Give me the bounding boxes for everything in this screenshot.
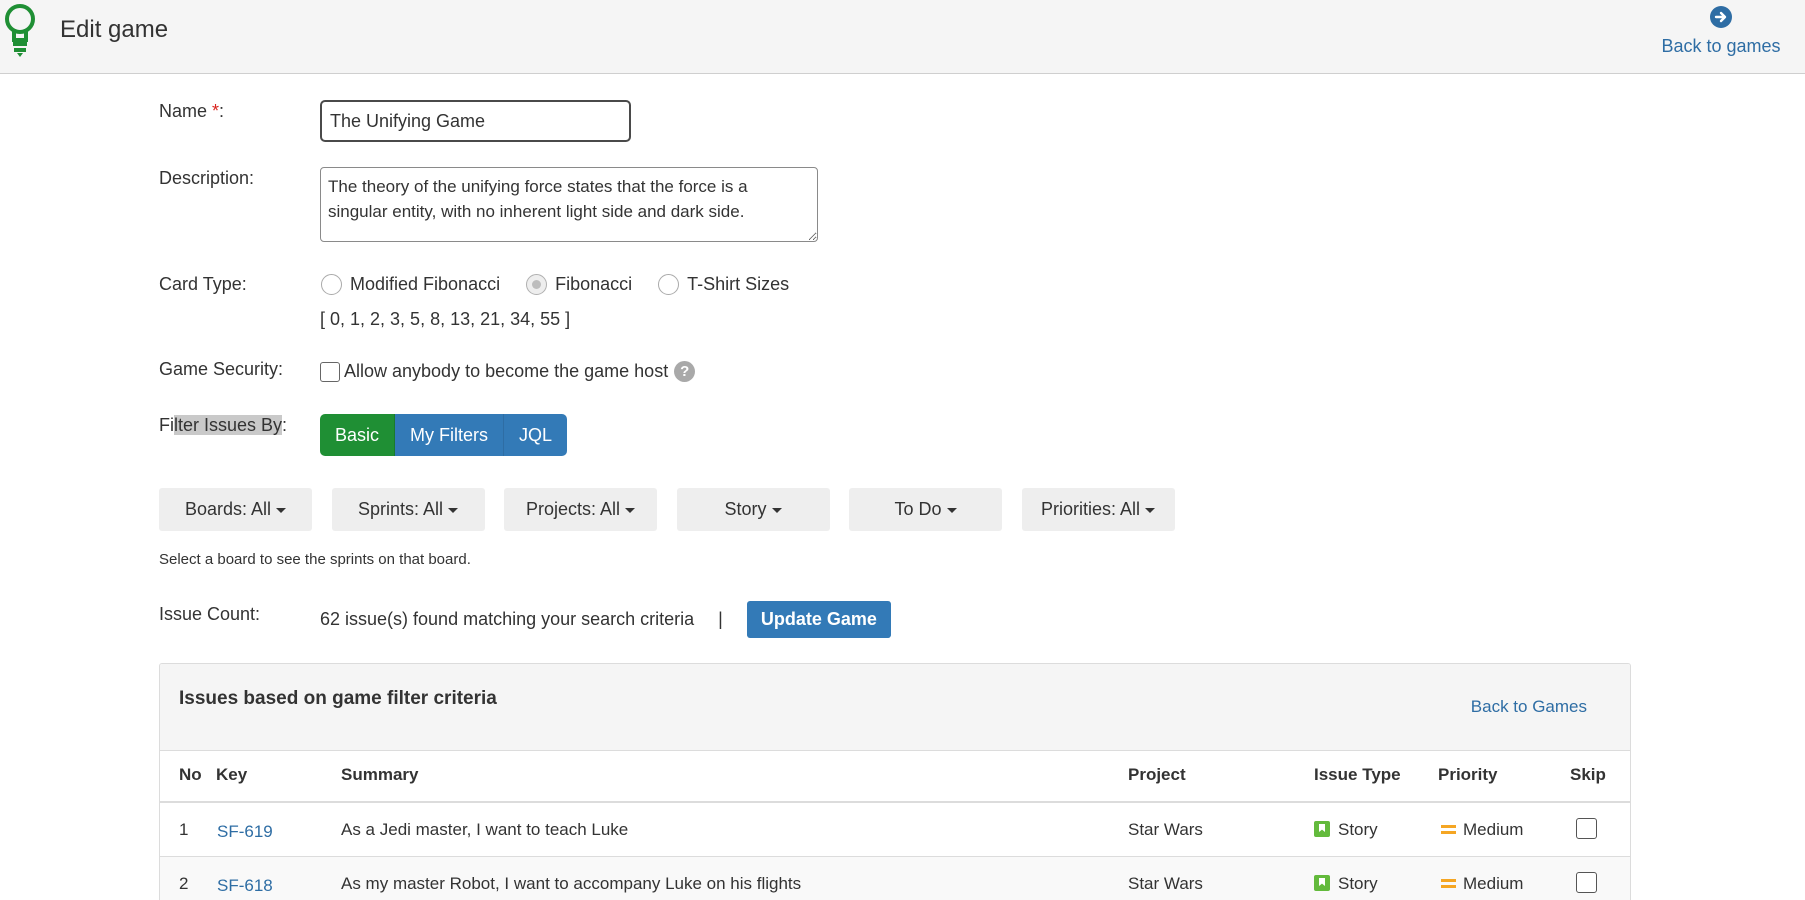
filter-dropdowns: Boards: All Sprints: All Projects: All S… xyxy=(159,488,1194,531)
issue-project: Star Wars xyxy=(1128,820,1203,839)
dropdown-label: To Do xyxy=(894,499,942,519)
radio-label: Fibonacci xyxy=(555,274,633,294)
issue-type-label: Story xyxy=(1338,874,1378,893)
priority-medium-icon xyxy=(1441,825,1456,834)
card-values: [ 0, 1, 2, 3, 5, 8, 13, 21, 34, 55 ] xyxy=(320,309,571,329)
allow-host-label: Allow anybody to become the game host xyxy=(344,361,669,381)
name-label: Name *: xyxy=(159,101,224,122)
issue-count-row: 62 issue(s) found matching your search c… xyxy=(320,601,891,638)
priority-label: Medium xyxy=(1463,874,1524,893)
story-icon xyxy=(1314,821,1330,837)
filter-label-highlight: lter Issues By xyxy=(174,415,283,435)
column-header-key: Key xyxy=(216,765,248,784)
dropdown-label: Sprints: All xyxy=(357,499,444,519)
filter-mode-my-filters[interactable]: My Filters xyxy=(395,414,505,456)
issue-summary: As my master Robot, I want to accompany … xyxy=(341,874,802,893)
filter-mode-jql[interactable]: JQL xyxy=(504,414,568,456)
status-dropdown[interactable]: To Do xyxy=(849,488,1002,531)
caret-down-icon xyxy=(448,507,459,513)
issue-project: Star Wars xyxy=(1128,874,1203,893)
dropdown-label: Priorities: All xyxy=(1040,499,1141,519)
card-type-fibonacci[interactable]: Fibonacci xyxy=(526,274,632,295)
caret-down-icon xyxy=(771,507,782,513)
description-label: Description: xyxy=(159,168,255,188)
row-number: 1 xyxy=(179,820,189,839)
back-to-games-label: Back to games xyxy=(1661,36,1781,56)
allow-host-checkbox[interactable] xyxy=(320,361,340,382)
issue-priority: Medium xyxy=(1441,874,1523,894)
table-row: 2 SF-618 As my master Robot, I want to a… xyxy=(160,856,1630,900)
filter-label-part: Fi xyxy=(159,415,174,435)
filter-issues-label: Filter Issues By: xyxy=(159,415,287,436)
name-input[interactable] xyxy=(320,100,631,142)
back-to-games-panel-link[interactable]: Back to Games xyxy=(1471,697,1587,717)
card-type-radio-group: Modified Fibonacci Fibonacci T-Shirt Siz… xyxy=(321,274,815,295)
table-row: 1 SF-619 As a Jedi master, I want to tea… xyxy=(160,803,1630,856)
priority-label: Medium xyxy=(1463,820,1524,839)
card-type-label: Card Type: xyxy=(159,274,247,294)
issue-priority: Medium xyxy=(1441,820,1523,840)
radio-button-checked[interactable] xyxy=(526,274,548,295)
name-label-text: Name xyxy=(159,101,208,121)
story-icon xyxy=(1314,875,1330,891)
issue-key-link[interactable]: SF-619 xyxy=(217,822,273,842)
priority-medium-icon xyxy=(1441,879,1456,888)
filter-label-colon: : xyxy=(282,415,288,435)
lightbulb-logo-icon xyxy=(5,4,35,57)
skip-checkbox[interactable] xyxy=(1576,818,1597,839)
row-number: 2 xyxy=(179,874,189,893)
back-to-games-link[interactable]: Back to games xyxy=(1651,6,1791,57)
radio-label: Modified Fibonacci xyxy=(350,274,501,294)
board-help-text: Select a board to see the sprints on tha… xyxy=(159,551,471,568)
column-header-priority: Priority xyxy=(1438,765,1498,784)
projects-dropdown[interactable]: Projects: All xyxy=(504,488,657,531)
card-type-tshirt-sizes[interactable]: T-Shirt Sizes xyxy=(658,274,789,295)
required-marker: * xyxy=(212,101,220,121)
update-game-button[interactable]: Update Game xyxy=(746,601,891,638)
column-header-skip: Skip xyxy=(1570,765,1606,784)
caret-down-icon xyxy=(1145,507,1156,513)
dropdown-label: Projects: All xyxy=(525,499,621,519)
app-header: Edit game Back to games xyxy=(0,0,1805,74)
dropdown-label: Boards: All xyxy=(184,499,272,519)
issue-type-dropdown[interactable]: Story xyxy=(676,488,830,531)
description-textarea[interactable]: The theory of the unifying force states … xyxy=(320,167,818,242)
card-type-modified-fibonacci[interactable]: Modified Fibonacci xyxy=(321,274,500,295)
caret-down-icon xyxy=(625,507,636,513)
name-label-colon: : xyxy=(219,101,225,121)
caret-down-icon xyxy=(946,507,957,513)
radio-button[interactable] xyxy=(321,274,342,295)
radio-button[interactable] xyxy=(658,274,680,295)
sprints-dropdown[interactable]: Sprints: All xyxy=(331,488,485,531)
boards-dropdown[interactable]: Boards: All xyxy=(159,488,312,531)
column-header-summary: Summary xyxy=(341,765,419,784)
game-security-label: Game Security: xyxy=(159,359,284,379)
arrow-circle-right-icon xyxy=(1710,6,1732,28)
caret-down-icon xyxy=(276,507,287,513)
dropdown-label: Story xyxy=(724,499,767,519)
radio-label: T-Shirt Sizes xyxy=(687,274,790,294)
help-icon[interactable]: ? xyxy=(674,361,696,382)
issue-count-label: Issue Count: xyxy=(159,604,261,624)
issues-panel: Issues based on game filter criteria Bac… xyxy=(159,663,1631,900)
issue-key-link[interactable]: SF-618 xyxy=(217,876,273,896)
issue-type: Story xyxy=(1314,874,1378,894)
skip-checkbox[interactable] xyxy=(1576,872,1597,893)
issue-count-text: 62 issue(s) found matching your search c… xyxy=(320,609,695,629)
column-header-project: Project xyxy=(1128,765,1186,784)
page-title: Edit game xyxy=(60,16,169,43)
game-security-row: Allow anybody to become the game host ? xyxy=(320,361,696,382)
column-header-issue-type: Issue Type xyxy=(1314,765,1401,784)
issues-panel-title: Issues based on game filter criteria xyxy=(179,688,497,709)
filter-mode-toggle: Basic My Filters JQL xyxy=(320,414,568,456)
priorities-dropdown[interactable]: Priorities: All xyxy=(1021,488,1175,531)
issue-summary: As a Jedi master, I want to teach Luke xyxy=(341,820,629,839)
issues-panel-header: Issues based on game filter criteria Bac… xyxy=(160,664,1630,751)
column-header-no: No xyxy=(179,765,202,784)
separator: | xyxy=(718,609,723,629)
issue-type-label: Story xyxy=(1338,820,1378,839)
filter-mode-basic[interactable]: Basic xyxy=(320,414,396,456)
issue-type: Story xyxy=(1314,820,1378,840)
